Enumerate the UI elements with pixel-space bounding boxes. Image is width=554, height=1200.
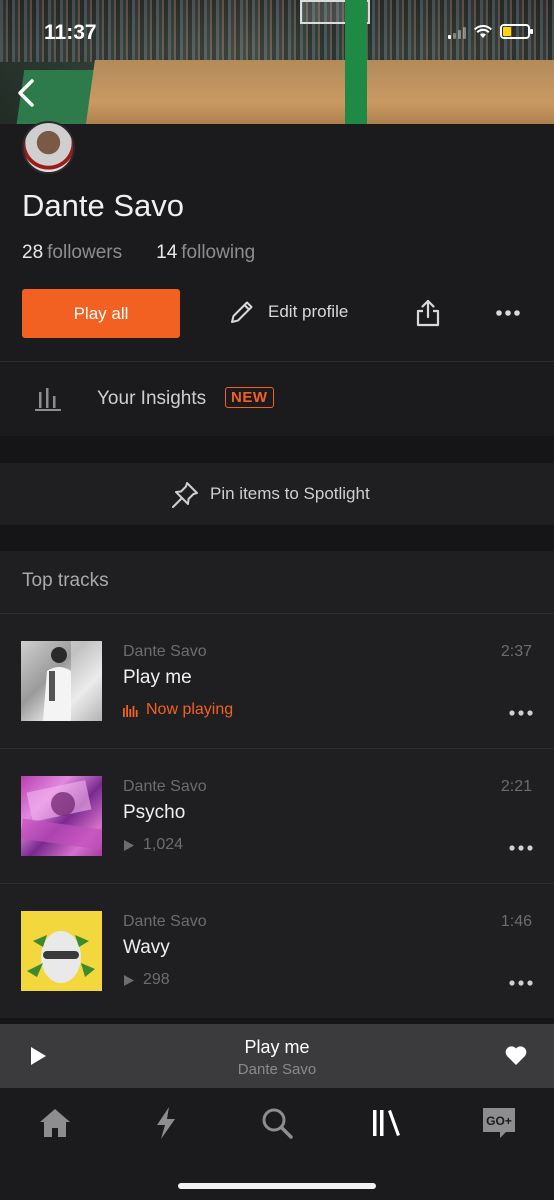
share-icon[interactable] bbox=[414, 298, 442, 328]
section-gap bbox=[0, 525, 554, 551]
banner-hoop-pole bbox=[345, 0, 367, 124]
cellular-signal-icon bbox=[448, 25, 466, 39]
play-count: 1,024 bbox=[123, 836, 183, 854]
follow-counts: 28 followers 14 following bbox=[22, 242, 255, 264]
play-count-value: 1,024 bbox=[143, 836, 184, 853]
track-artwork bbox=[19, 776, 103, 856]
track-title: Play me bbox=[123, 667, 192, 688]
followers-count: 28 bbox=[22, 242, 44, 263]
avatar[interactable] bbox=[22, 121, 75, 174]
track-row[interactable]: Dante Savo Play me 2:37 Now playing bbox=[0, 614, 554, 748]
top-tracks-header: Top tracks bbox=[0, 551, 554, 613]
library-icon[interactable] bbox=[368, 1104, 406, 1142]
equalizer-icon bbox=[123, 704, 138, 717]
artwork-money-icon bbox=[19, 780, 103, 850]
track-duration: 1:46 bbox=[500, 913, 532, 930]
heart-icon[interactable] bbox=[504, 1044, 528, 1066]
track-row[interactable]: Dante Savo Wavy 1:46 298 bbox=[0, 884, 554, 1018]
mini-player-title: Play me bbox=[244, 1037, 310, 1057]
pin-to-spotlight-label: Pin items to Spotlight bbox=[210, 484, 370, 503]
home-icon[interactable] bbox=[36, 1104, 74, 1142]
insights-label: Your Insights bbox=[97, 388, 207, 409]
home-indicator bbox=[178, 1183, 376, 1189]
track-more-options-icon[interactable] bbox=[508, 843, 534, 853]
track-title: Psycho bbox=[123, 802, 186, 823]
play-count: 298 bbox=[123, 971, 170, 989]
play-count-value: 298 bbox=[143, 971, 170, 988]
following-count: 14 bbox=[156, 242, 178, 263]
edit-profile-button[interactable]: Edit profile bbox=[228, 298, 348, 326]
mini-player[interactable]: Play me Dante Savo bbox=[0, 1024, 554, 1088]
section-gap bbox=[0, 436, 554, 463]
play-all-button[interactable]: Play all bbox=[22, 289, 180, 338]
pushpin-icon bbox=[172, 482, 198, 508]
status-time: 11:37 bbox=[44, 21, 97, 44]
go-plus-icon[interactable]: GO+ bbox=[480, 1104, 518, 1142]
status-indicators bbox=[448, 24, 533, 39]
track-artwork bbox=[21, 911, 102, 991]
following-link[interactable]: 14 following bbox=[156, 242, 255, 264]
search-icon[interactable] bbox=[258, 1104, 296, 1142]
pin-to-spotlight-row[interactable]: Pin items to Spotlight bbox=[0, 463, 554, 525]
track-title: Wavy bbox=[123, 937, 170, 958]
track-duration: 2:37 bbox=[500, 643, 532, 660]
followers-link[interactable]: 28 followers bbox=[22, 242, 122, 264]
battery-icon bbox=[500, 24, 533, 39]
back-chevron-icon[interactable] bbox=[14, 78, 40, 108]
profile-name: Dante Savo bbox=[22, 188, 184, 223]
mini-player-artist: Dante Savo bbox=[237, 1061, 317, 1078]
track-artist: Dante Savo bbox=[123, 643, 207, 660]
top-tracks-title: Top tracks bbox=[22, 570, 109, 591]
track-row[interactable]: Dante Savo Psycho 2:21 1,024 bbox=[0, 749, 554, 883]
svg-text:GO+: GO+ bbox=[486, 1114, 512, 1128]
track-artist: Dante Savo bbox=[123, 778, 207, 795]
play-count-icon bbox=[124, 839, 134, 851]
edit-profile-label: Edit profile bbox=[268, 302, 349, 321]
artwork-figure-icon bbox=[43, 641, 102, 721]
artwork-statue-icon bbox=[27, 931, 95, 983]
track-artwork bbox=[21, 641, 102, 721]
wifi-icon bbox=[474, 24, 492, 38]
divider bbox=[0, 361, 554, 362]
header-banner-image bbox=[0, 0, 554, 124]
banner-court bbox=[85, 60, 554, 124]
play-count-icon bbox=[124, 974, 134, 986]
stream-icon[interactable] bbox=[147, 1104, 185, 1142]
pencil-icon bbox=[231, 301, 253, 323]
now-playing-label: Now playing bbox=[146, 701, 234, 718]
now-playing-status: Now playing bbox=[123, 701, 233, 719]
new-badge: NEW bbox=[225, 387, 274, 408]
your-insights-row[interactable]: Your Insights NEW bbox=[0, 363, 554, 435]
following-label: following bbox=[181, 242, 256, 263]
track-more-options-icon[interactable] bbox=[508, 978, 534, 988]
track-more-options-icon[interactable] bbox=[508, 708, 534, 718]
track-artist: Dante Savo bbox=[123, 913, 207, 930]
track-duration: 2:21 bbox=[500, 778, 532, 795]
more-options-icon[interactable] bbox=[494, 305, 524, 321]
followers-label: followers bbox=[47, 242, 123, 263]
bar-chart-icon bbox=[35, 388, 61, 411]
